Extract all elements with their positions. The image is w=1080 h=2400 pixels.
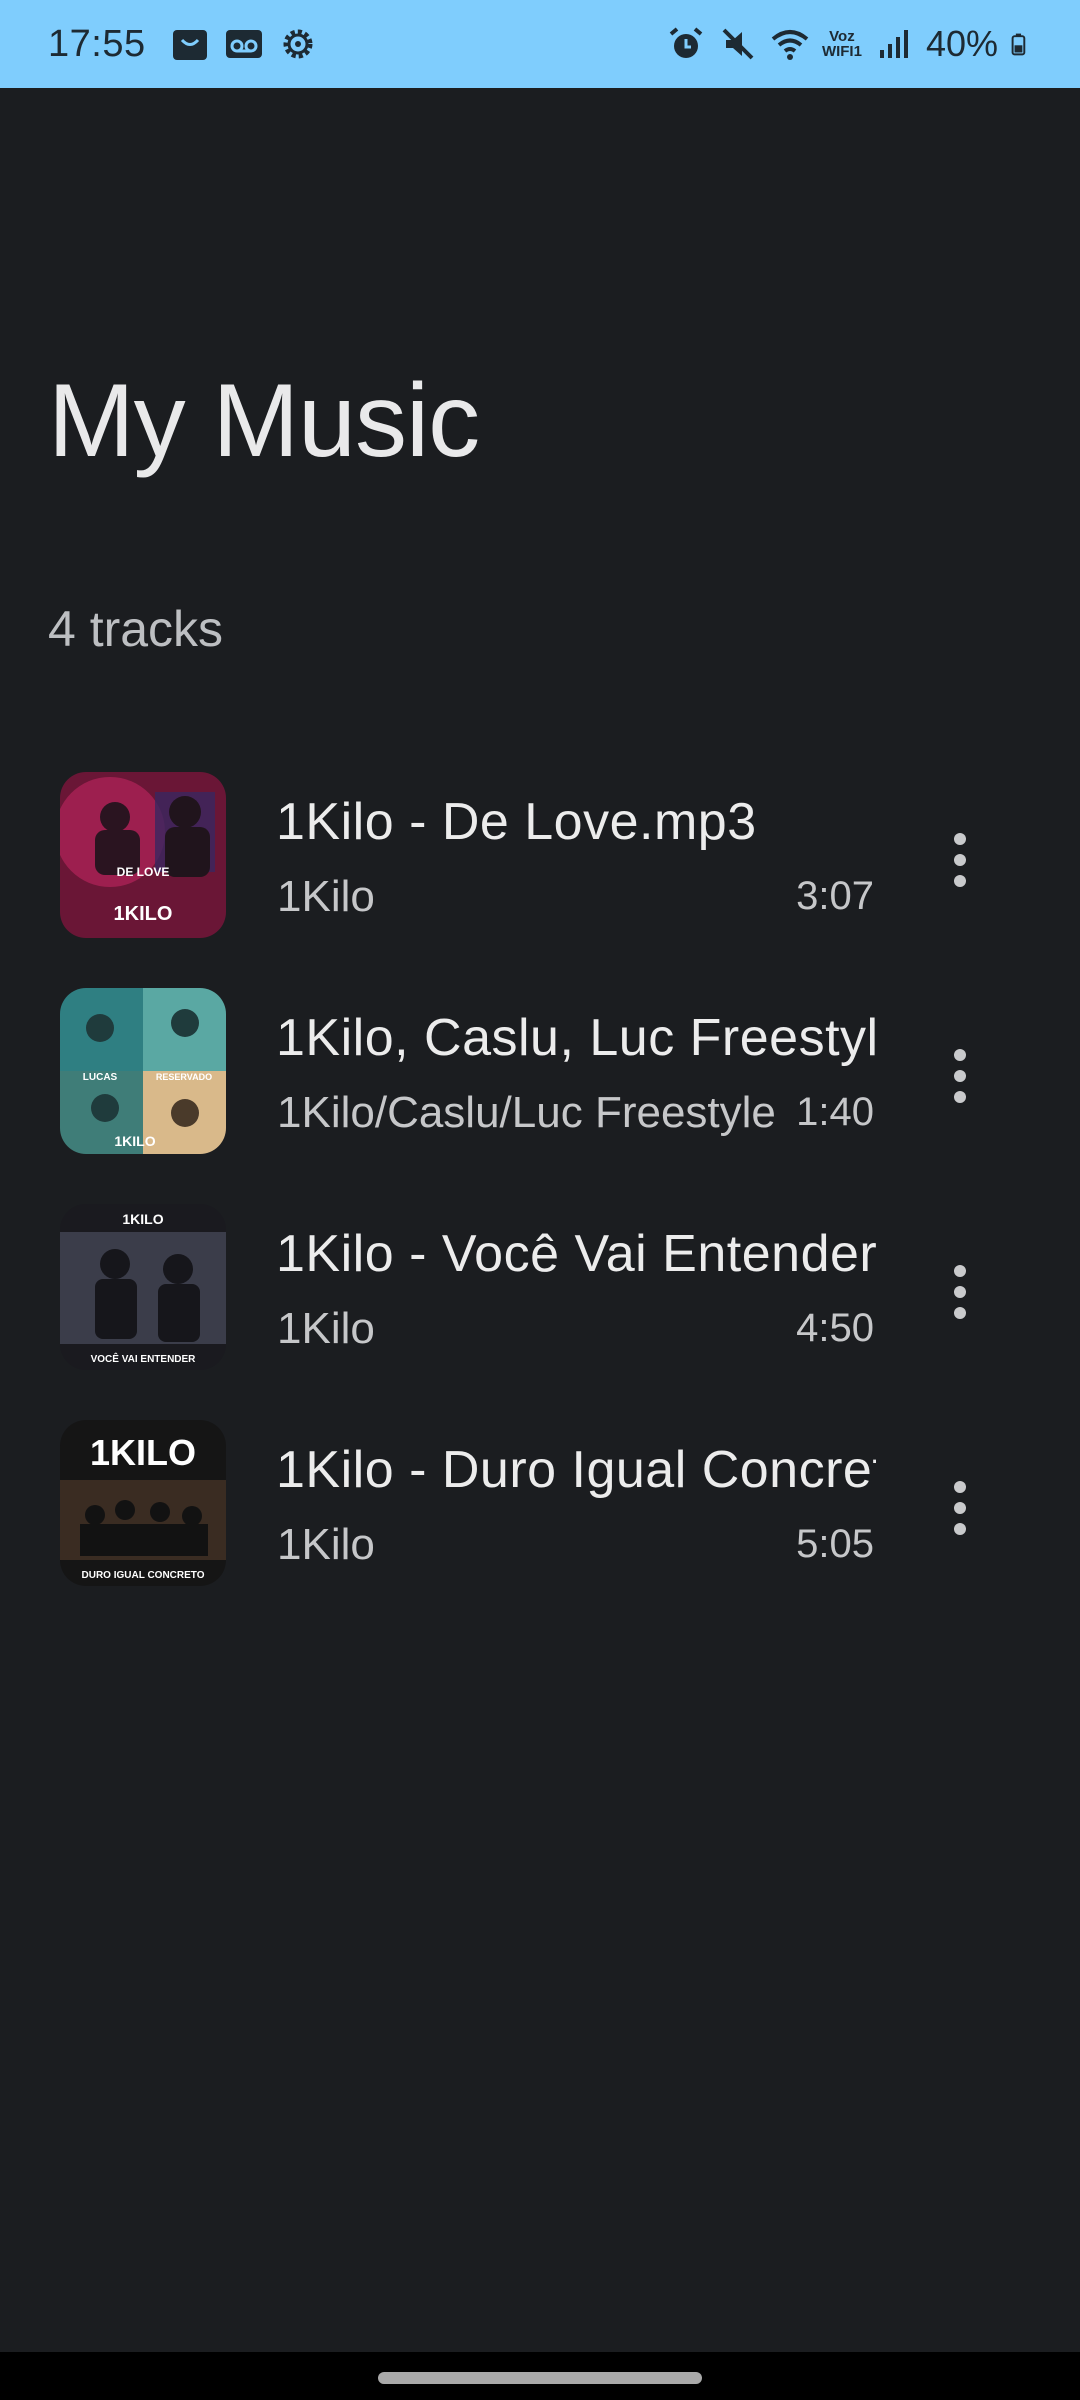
- svg-text:1KILO: 1KILO: [114, 1133, 155, 1149]
- svg-text:DE LOVE: DE LOVE: [117, 865, 170, 879]
- album-art: LUCAS RESERVADO 1KILO: [60, 988, 226, 1154]
- track-count: 4 tracks: [48, 601, 224, 657]
- track-duration: 5:05: [796, 1522, 874, 1566]
- svg-text:DURO IGUAL CONCRETO: DURO IGUAL CONCRETO: [82, 1570, 205, 1581]
- album-art-image: LUCAS RESERVADO 1KILO: [60, 988, 226, 1154]
- track-duration: 1:40: [796, 1090, 874, 1134]
- shopping-bag-icon: [172, 30, 207, 60]
- track-row[interactable]: 1KILO DURO IGUAL CONCRETO 1Kilo - Duro I…: [0, 1414, 1080, 1630]
- wifi-icon: [771, 30, 809, 60]
- battery-icon: [1011, 33, 1026, 56]
- track-duration: 3:07: [796, 874, 874, 918]
- alarm-icon: [669, 27, 703, 58]
- voz-label: Voz: [829, 28, 855, 45]
- track-title: 1Kilo - De Love.mp3: [276, 793, 757, 851]
- track-artist: 1Kilo/Caslu/Luc Freestyle: [277, 1088, 776, 1137]
- track-row[interactable]: 1KILO VOCÊ VAI ENTENDER 1Kilo - Você Vai…: [0, 1198, 1080, 1414]
- svg-text:VOCÊ VAI ENTENDER: VOCÊ VAI ENTENDER: [91, 1352, 197, 1365]
- track-artist: 1Kilo: [277, 872, 375, 921]
- album-art-image: 1KILO VOCÊ VAI ENTENDER: [60, 1204, 226, 1370]
- more-options-icon[interactable]: [930, 1458, 990, 1558]
- signal-icon: [879, 30, 908, 58]
- album-art: DE LOVE 1KILO: [60, 772, 226, 938]
- voicemail-icon: [225, 30, 262, 58]
- svg-text:LUCAS: LUCAS: [83, 1072, 118, 1083]
- svg-text:1KILO: 1KILO: [90, 1432, 196, 1473]
- track-artist: 1Kilo: [277, 1520, 375, 1569]
- status-right: Voz WIFI1 40%: [666, 23, 1036, 65]
- status-time: 17:55: [48, 22, 146, 65]
- battery-percent: 40%: [925, 23, 998, 64]
- navigation-bar: [0, 2352, 1080, 2400]
- more-options-icon[interactable]: [930, 1026, 990, 1126]
- mute-icon: [722, 28, 754, 60]
- voz-wifi-icon: Voz WIFI1: [822, 29, 862, 59]
- more-options-icon[interactable]: [930, 1242, 990, 1342]
- status-left: 17:55: [48, 23, 318, 66]
- svg-text:1KILO: 1KILO: [114, 903, 173, 925]
- settings-gear-icon: [283, 29, 313, 59]
- track-duration: 4:50: [796, 1306, 874, 1350]
- track-title: 1Kilo, Caslu, Luc Freestyle: [276, 1009, 876, 1067]
- album-art: 1KILO VOCÊ VAI ENTENDER: [60, 1204, 226, 1370]
- svg-text:RESERVADO: RESERVADO: [156, 1072, 212, 1082]
- album-art: 1KILO DURO IGUAL CONCRETO: [60, 1420, 226, 1586]
- track-row[interactable]: LUCAS RESERVADO 1KILO 1Kilo, Caslu, Luc …: [0, 982, 1080, 1198]
- track-row[interactable]: DE LOVE 1KILO 1Kilo - De Love.mp3 1Kilo …: [0, 766, 1080, 982]
- album-art-image: 1KILO DURO IGUAL CONCRETO: [60, 1420, 226, 1586]
- more-options-icon[interactable]: [930, 810, 990, 910]
- track-list: DE LOVE 1KILO 1Kilo - De Love.mp3 1Kilo …: [0, 766, 1080, 1630]
- page-title: My Music: [48, 363, 480, 479]
- wifi-calling-label: WIFI1: [821, 43, 862, 60]
- track-artist: 1Kilo: [277, 1304, 375, 1353]
- track-title: 1Kilo - Duro Igual Concreto: [276, 1441, 876, 1499]
- home-gesture-handle[interactable]: [378, 2372, 702, 2384]
- status-bar: 17:55 Voz WIFI1 40%: [0, 0, 1080, 88]
- track-title: 1Kilo - Você Vai Entender: [276, 1225, 876, 1283]
- album-art-image: DE LOVE 1KILO: [60, 772, 226, 938]
- svg-text:1KILO: 1KILO: [122, 1211, 163, 1227]
